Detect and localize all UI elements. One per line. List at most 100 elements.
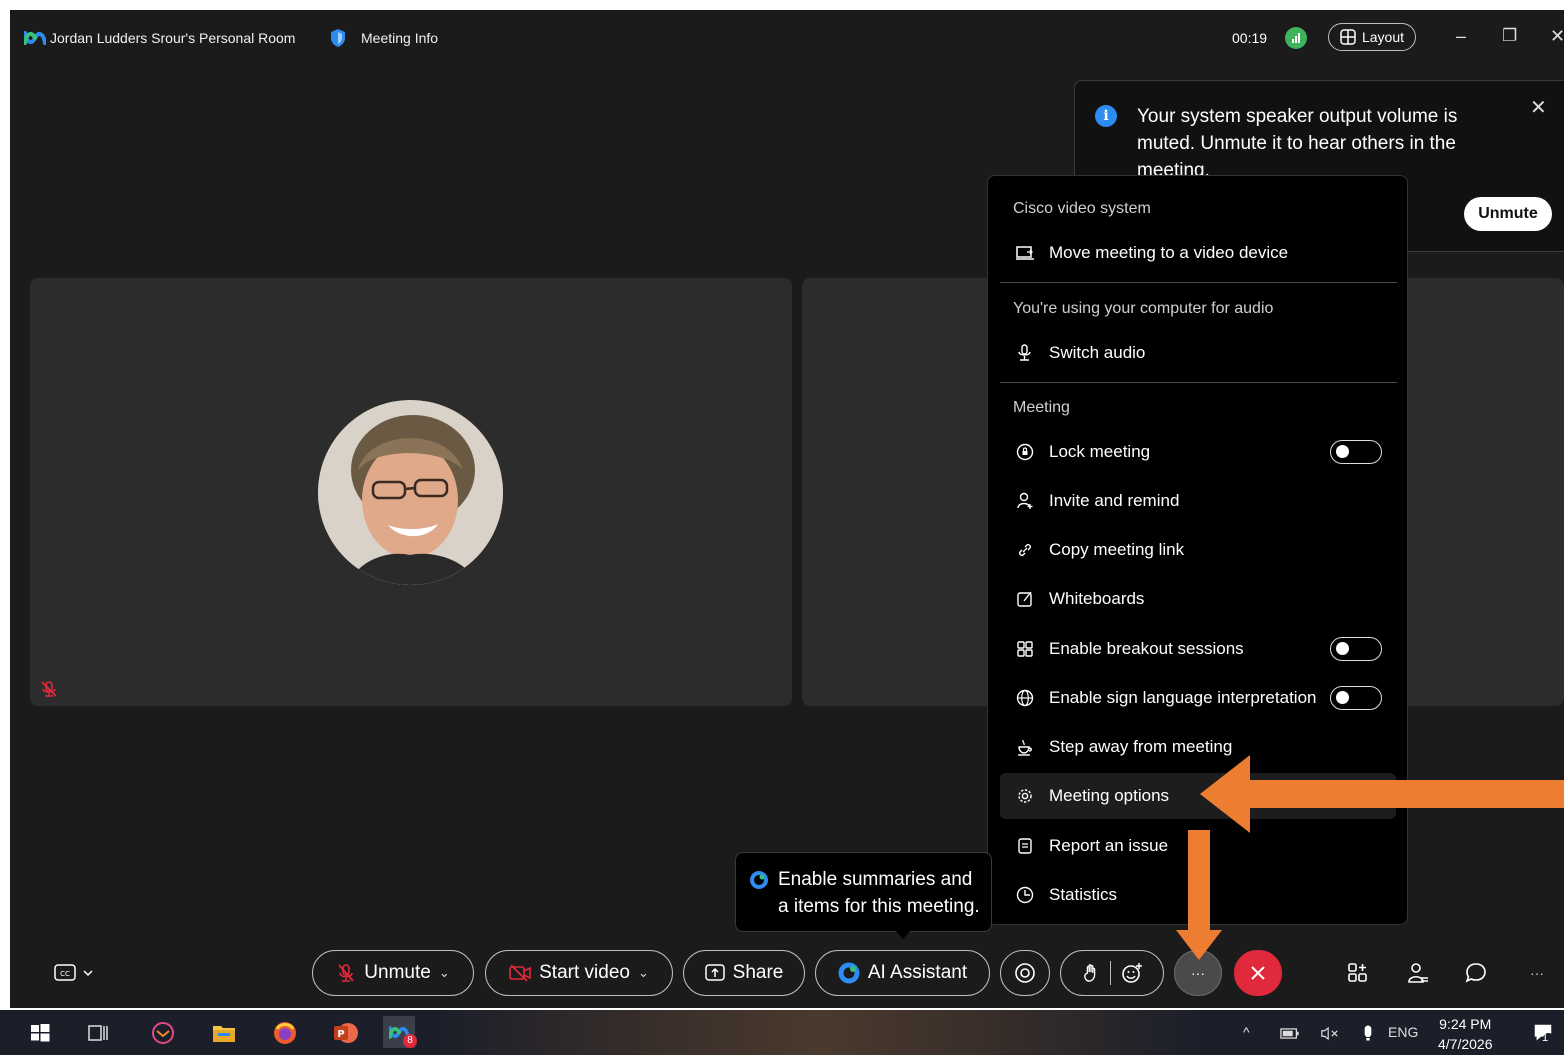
taskbar-clock[interactable]: 9:24 PM 4/7/2026 [1438,1014,1493,1054]
captions-button[interactable]: CC [54,958,94,988]
battery-icon[interactable] [1279,1022,1301,1044]
minimize-button[interactable]: – [1456,26,1466,47]
chevron-down-icon[interactable]: ⌄ [439,965,450,981]
lock-meeting-toggle[interactable] [1330,440,1382,464]
ai-assistant-icon [750,871,768,889]
whiteboards-item[interactable]: Whiteboards [1000,576,1396,622]
shield-icon[interactable] [330,28,346,48]
close-icon[interactable]: ✕ [1530,95,1547,120]
title-bar: Jordan Ludders Srour's Personal Room Mee… [10,10,1564,68]
ai-assistant-label: AI Assistant [867,962,968,983]
breakout-sessions-toggle[interactable] [1330,637,1382,661]
svg-text:P: P [337,1029,344,1040]
reactions-icon[interactable] [1121,962,1143,984]
sign-language-toggle[interactable] [1330,686,1382,710]
menu-item-label: Enable breakout sessions [1049,639,1244,658]
statistics-icon [1013,883,1037,907]
share-label: Share [732,962,784,983]
firefox-icon[interactable] [272,1020,298,1046]
coffee-icon [1013,735,1037,759]
muted-mic-icon [41,681,57,697]
volume-muted-icon[interactable] [1319,1022,1341,1044]
move-meeting-item[interactable]: Move meeting to a video device [1000,230,1396,276]
switch-audio-label: Switch audio [1049,343,1146,362]
section-video-system: Cisco video system [1013,200,1151,217]
mail-app-icon[interactable] [150,1020,176,1046]
share-button[interactable]: Share [683,950,805,996]
tray-chevron-icon[interactable]: ^ [1243,1024,1250,1040]
notification-count: 1 [1542,1032,1549,1044]
sign-language-item[interactable]: Enable sign language interpretation [1000,675,1396,721]
chat-icon [1465,963,1486,983]
notification-message: Your system speaker output volume is mut… [1137,106,1458,181]
taskbar-wallpaper-glow [440,1010,1200,1055]
menu-item-label: Copy meeting link [1049,540,1185,559]
menu-item-label: Report an issue [1049,836,1169,855]
powerpoint-icon[interactable]: P [333,1020,359,1046]
breakout-sessions-item[interactable]: Enable breakout sessions [1000,626,1396,672]
whiteboard-icon [1013,587,1037,611]
share-icon [704,964,725,981]
tooltip-pointer [894,929,912,939]
action-center-icon[interactable]: 1 [1530,1020,1556,1046]
layout-grid-icon [1340,29,1356,45]
chat-button[interactable] [1461,958,1491,988]
video-device-icon [1013,241,1037,265]
participants-button[interactable] [1403,958,1433,988]
apps-icon [1348,963,1367,982]
switch-audio-item[interactable]: Switch audio [1000,330,1396,376]
restore-button[interactable]: ❐ [1502,26,1517,46]
section-audio: You're using your computer for audio [1013,300,1274,317]
start-video-button[interactable]: Start video ⌄ [485,950,673,996]
reactions-button-group [1060,950,1164,996]
participant-tile-self[interactable] [30,278,792,706]
ellipsis-icon: ··· [1530,965,1544,981]
muted-mic-icon [338,964,354,982]
ai-assistant-icon [838,962,860,984]
webex-meeting-window: Jordan Ludders Srour's Personal Room Mee… [10,10,1564,1008]
unmute-speaker-button[interactable]: Unmute [1464,197,1552,231]
meeting-info-link[interactable]: Meeting Info [361,30,438,46]
copy-link-item[interactable]: Copy meeting link [1000,527,1396,573]
microphone-tray-icon[interactable] [1357,1022,1379,1044]
video-off-icon [509,964,531,982]
menu-item-label: Whiteboards [1049,589,1145,608]
menu-item-label: Invite and remind [1049,491,1180,510]
task-view-icon[interactable] [86,1020,112,1046]
lock-meeting-item[interactable]: Lock meeting [1000,429,1396,475]
chevron-down-icon[interactable]: ⌄ [638,965,649,981]
closed-captions-icon: CC [54,964,93,981]
network-signal-icon[interactable] [1285,27,1307,49]
layout-button[interactable]: Layout [1328,23,1416,51]
record-icon [1015,963,1035,983]
close-window-button[interactable]: ✕ [1550,26,1564,47]
windows-start-icon[interactable] [27,1020,53,1046]
annotation-arrow-right [1200,755,1564,833]
raise-hand-icon[interactable] [1082,963,1100,983]
menu-item-label: Step away from meeting [1049,737,1233,756]
menu-divider [1000,382,1397,383]
unmute-label: Unmute [364,962,431,983]
lock-icon [1013,440,1037,464]
unmute-button[interactable]: Unmute ⌄ [312,950,474,996]
switch-audio-icon [1013,341,1037,365]
more-controls-button[interactable]: ··· [1522,958,1552,988]
end-meeting-button[interactable] [1234,950,1282,996]
invite-remind-item[interactable]: Invite and remind [1000,478,1396,524]
menu-item-label: Lock meeting [1049,442,1151,461]
webex-taskbar-icon[interactable]: 8 [383,1016,417,1048]
menu-divider [1000,282,1397,283]
ai-assistant-button[interactable]: AI Assistant [815,950,990,996]
ai-tooltip-text: Enable summaries and a items for this me… [778,869,980,917]
menu-item-label: Meeting options [1049,786,1170,805]
apps-button[interactable] [1343,958,1373,988]
record-button[interactable] [1000,950,1050,996]
info-icon: i [1095,105,1117,127]
menu-item-label: Enable sign language interpretation [1049,688,1317,707]
svg-text:CC: CC [60,970,70,978]
invite-icon [1013,489,1037,513]
file-explorer-icon[interactable] [211,1020,237,1046]
language-indicator[interactable]: ENG [1388,1024,1418,1040]
report-icon [1013,834,1037,858]
meeting-timer: 00:19 [1232,30,1268,46]
